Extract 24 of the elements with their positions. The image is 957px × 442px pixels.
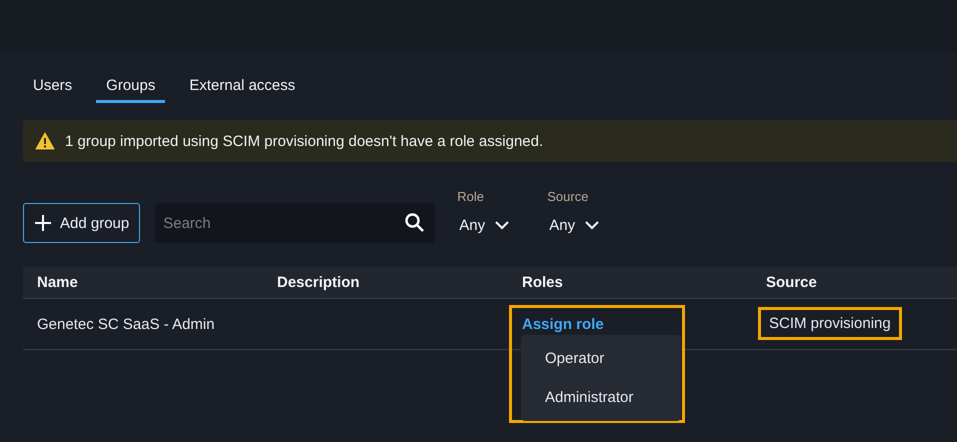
tab[interactable]: Groups <box>96 74 166 103</box>
filter-dropdown[interactable]: Any <box>457 214 526 243</box>
assign-role-link[interactable]: Assign role <box>522 316 604 332</box>
plus-icon <box>34 214 52 232</box>
column-header: Name <box>36 274 79 291</box>
warning-text: 1 group imported using SCIM provisioning doesn't have a role assigned. <box>65 132 544 150</box>
chevron-down-icon <box>495 221 510 230</box>
column-header: Description <box>276 274 361 291</box>
warning-icon <box>35 132 55 150</box>
column-header: Roles <box>521 274 564 291</box>
tab[interactable]: Users <box>23 74 82 103</box>
chevron-down-icon <box>585 221 600 230</box>
table-cell-text: Genetec SC SaaS - Admin <box>36 316 216 332</box>
search-field[interactable]: Search <box>155 203 436 243</box>
filter-dropdown[interactable]: Any <box>547 214 616 243</box>
search-icon <box>405 213 424 232</box>
menu-item[interactable]: Administrator <box>521 378 681 417</box>
filter-label: Source <box>547 189 590 204</box>
filter-label: Role <box>457 189 485 204</box>
menu-item[interactable]: Operator <box>521 339 681 378</box>
tab[interactable]: External access <box>179 74 306 103</box>
source-text: SCIM provisioning <box>758 307 902 340</box>
add-group-button[interactable]: Add group <box>23 203 140 243</box>
column-header: Source <box>765 274 818 291</box>
